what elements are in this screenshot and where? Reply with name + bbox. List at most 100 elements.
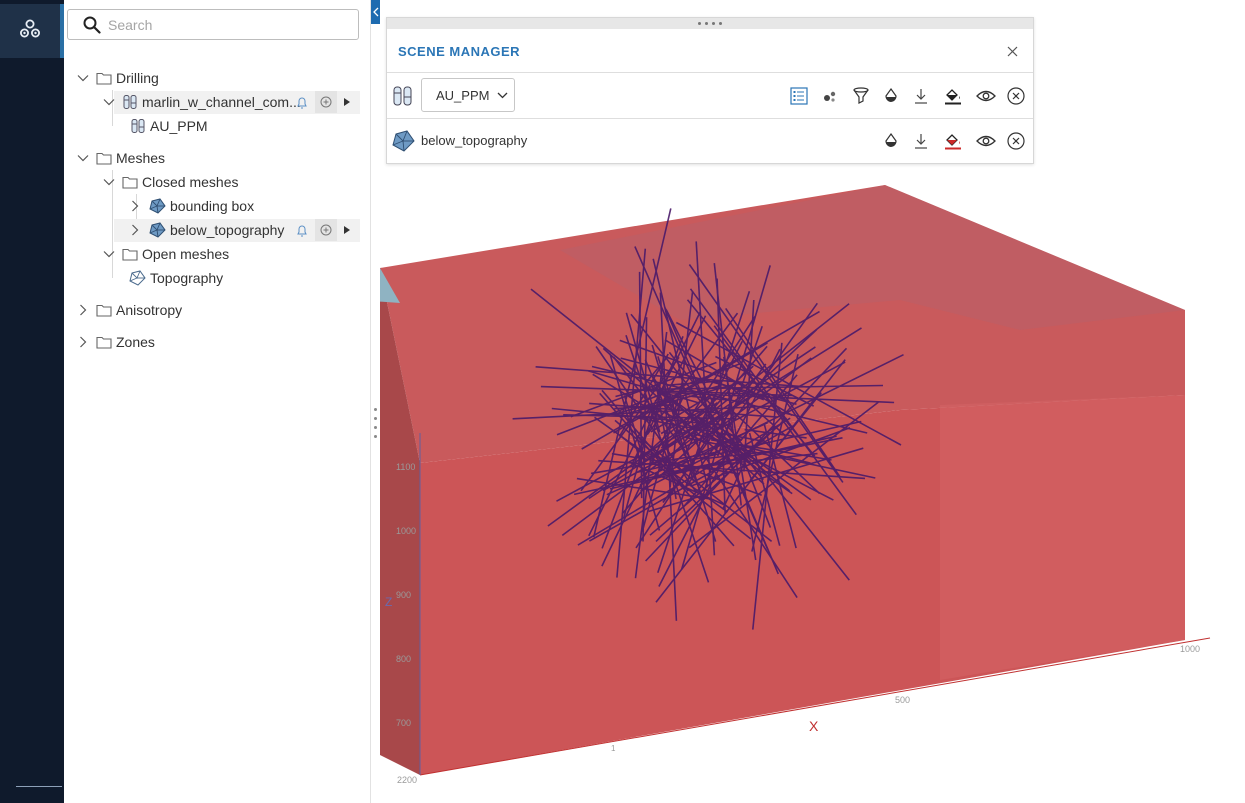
folder-icon [122, 247, 138, 261]
download-icon [915, 89, 927, 104]
chevron-left-icon [372, 7, 378, 17]
visibility-button[interactable] [974, 84, 998, 108]
chevron-right-icon[interactable] [128, 223, 142, 237]
tree-item-anisotropy[interactable]: Anisotropy [76, 299, 182, 321]
drillhole-icon [130, 118, 146, 134]
folder-icon [96, 303, 112, 317]
tree-item-below-topography[interactable]: below_topography [128, 219, 284, 241]
tree-item-open-meshes[interactable]: Open meshes [102, 243, 229, 265]
open-mesh-icon [128, 270, 146, 286]
chevron-right-icon[interactable] [128, 199, 142, 213]
paint-bucket-icon [945, 134, 961, 150]
chevron-down-icon[interactable] [102, 95, 116, 109]
divider [387, 72, 1033, 73]
chevron-down-icon[interactable] [76, 151, 90, 165]
filter-icon [853, 87, 869, 104]
closed-mesh-icon [148, 198, 166, 214]
tree-item-label: below_topography [170, 222, 285, 238]
objects-icon [19, 19, 41, 44]
tree-item-label: Closed meshes [142, 174, 239, 190]
export-button[interactable] [909, 129, 933, 153]
eye-icon [976, 135, 996, 147]
tree-item-label: Topography [150, 270, 224, 286]
plus-circle-icon [320, 224, 332, 236]
tree-item-closed-meshes[interactable]: Closed meshes [102, 171, 239, 193]
filter-button[interactable] [849, 84, 873, 108]
collapse-panel-button[interactable] [371, 0, 380, 24]
folder-icon [96, 151, 112, 165]
folder-icon [96, 71, 112, 85]
objects-nav-button[interactable] [0, 4, 60, 58]
z-tick-label: 1100 [396, 462, 415, 472]
scene-manager-panel: SCENE MANAGER AU_PPM below_topography [386, 17, 1034, 164]
opacity-button[interactable] [879, 129, 903, 153]
x-tick-label: 1000 [1180, 644, 1200, 654]
points-style-button[interactable] [818, 84, 842, 108]
closed-mesh-icon [391, 129, 415, 153]
color-button[interactable] [941, 84, 965, 108]
search-input[interactable] [106, 15, 350, 34]
z-tick-label: 1000 [396, 526, 416, 536]
drillhole-trace [641, 407, 660, 411]
visibility-button[interactable] [974, 129, 998, 153]
chevron-down-icon [498, 92, 508, 98]
tree-item-label: Anisotropy [116, 302, 183, 318]
row-actions [295, 219, 357, 241]
tree-item-label: Open meshes [142, 246, 230, 262]
tree-item-label: Meshes [116, 150, 166, 166]
opacity-button[interactable] [879, 84, 903, 108]
tree-item-bounding-box[interactable]: bounding box [128, 195, 254, 217]
scene-object-label: below_topography [421, 133, 528, 148]
tree-item-zones[interactable]: Zones [76, 331, 155, 353]
export-button[interactable] [909, 84, 933, 108]
remove-button[interactable] [1004, 129, 1028, 153]
divider [387, 118, 1033, 119]
drillhole-icon [391, 84, 415, 108]
tree-item-label: marlin_w_channel_com... [142, 94, 301, 110]
closed-mesh-icon [148, 222, 166, 238]
bell-icon[interactable] [295, 219, 309, 241]
tree-item-drillhole-set[interactable]: marlin_w_channel_com... [102, 91, 301, 113]
caret-right-icon [344, 98, 350, 106]
close-button[interactable] [1004, 43, 1020, 59]
tree-item-meshes[interactable]: Meshes [76, 147, 165, 169]
object-tree-panel: Drilling marlin_w_channel_com... AU_PPM … [64, 0, 371, 803]
attribute-select[interactable]: AU_PPM [421, 78, 515, 112]
more-button[interactable] [337, 91, 357, 113]
mesh-right-shade [940, 395, 1185, 680]
tree-item-drilling[interactable]: Drilling [76, 67, 159, 89]
tree-item-label: bounding box [170, 198, 255, 214]
legend-button[interactable] [787, 84, 811, 108]
chevron-down-icon[interactable] [102, 247, 116, 261]
chevron-right-icon[interactable] [76, 303, 90, 317]
search-icon [83, 16, 101, 34]
chevron-down-icon[interactable] [76, 71, 90, 85]
attribute-select-value: AU_PPM [436, 87, 490, 103]
tree-item-au-ppm[interactable]: AU_PPM [130, 115, 208, 137]
add-button[interactable] [315, 219, 337, 241]
caret-right-icon [344, 226, 350, 234]
close-icon [1007, 46, 1017, 56]
row-actions [295, 91, 357, 113]
rail-divider [16, 786, 62, 787]
drop-icon [885, 87, 897, 102]
remove-button[interactable] [1004, 84, 1028, 108]
folder-icon [122, 175, 138, 189]
drillhole-icon [122, 94, 138, 110]
chevron-right-icon[interactable] [76, 335, 90, 349]
bell-icon[interactable] [295, 91, 309, 113]
paint-bucket-icon [945, 89, 961, 105]
chevron-down-icon[interactable] [102, 175, 116, 189]
z-tick-label: 800 [396, 654, 411, 664]
drag-handle[interactable] [387, 18, 1033, 29]
panel-title: SCENE MANAGER [398, 44, 521, 59]
search-box[interactable] [67, 9, 359, 40]
panel-resize-handle[interactable] [374, 408, 378, 438]
color-button[interactable] [941, 129, 965, 153]
tree-item-label: AU_PPM [150, 118, 208, 134]
more-button[interactable] [337, 219, 357, 241]
z-tick-label: 700 [396, 718, 411, 728]
tree-item-topography[interactable]: Topography [128, 267, 223, 289]
add-button[interactable] [315, 91, 337, 113]
app-rail [0, 0, 64, 803]
